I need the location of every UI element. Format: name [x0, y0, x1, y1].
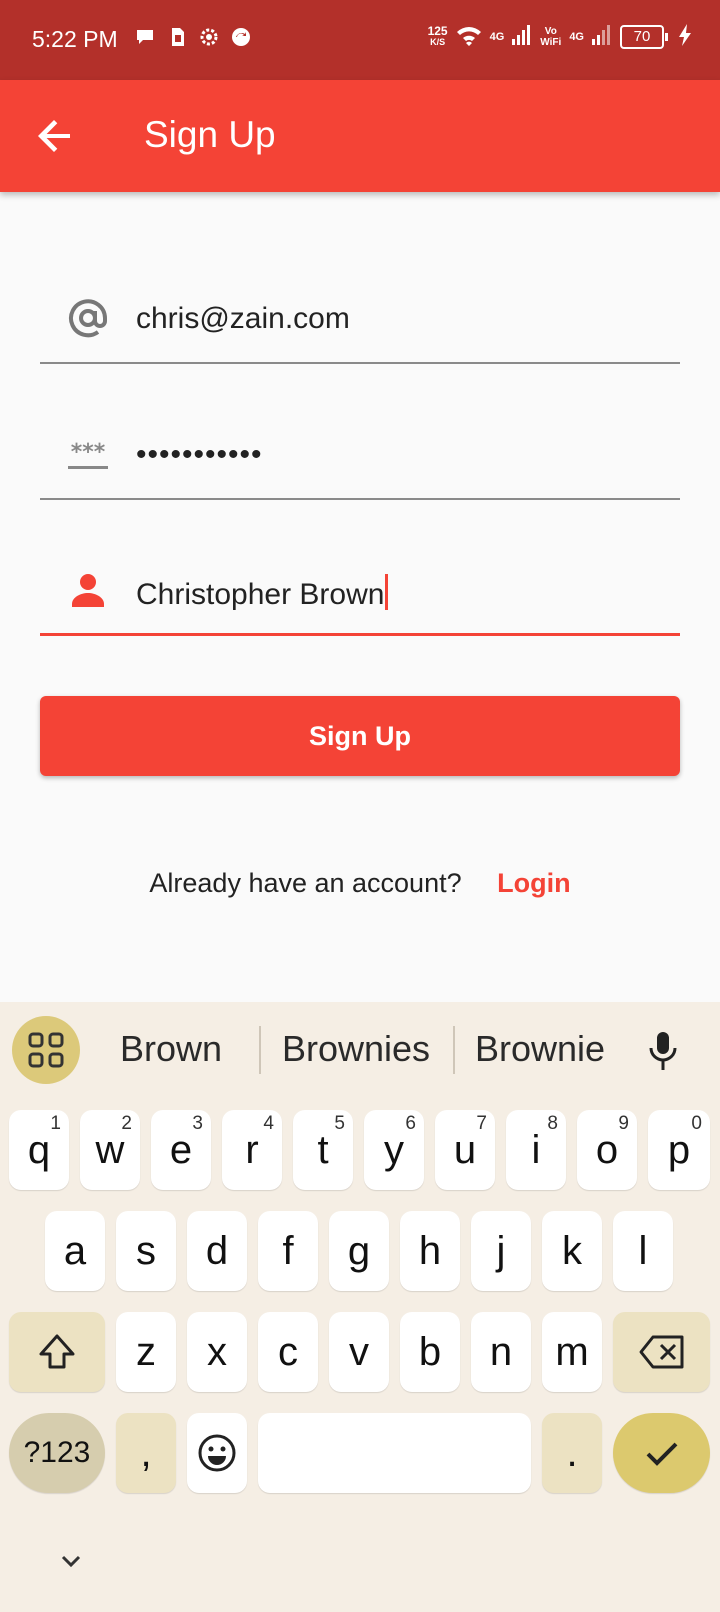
key-b[interactable]: b	[400, 1312, 460, 1392]
key-d[interactable]: d	[187, 1211, 247, 1291]
password-icon: ***	[66, 432, 110, 476]
sign-up-button[interactable]: Sign Up	[40, 696, 680, 776]
password-field[interactable]: *** •••••••••••	[40, 400, 680, 500]
key-i[interactable]: i8	[506, 1110, 566, 1190]
key-g[interactable]: g	[329, 1211, 389, 1291]
key-h[interactable]: h	[400, 1211, 460, 1291]
soft-keyboard: Brown Brownies Brownie	[0, 1002, 720, 1612]
backspace-icon	[639, 1335, 683, 1369]
app-bar: Sign Up	[0, 80, 720, 192]
suggestion-3[interactable]: Brownie	[475, 1028, 605, 1070]
shift-key[interactable]	[9, 1312, 105, 1392]
key-e[interactable]: e3	[151, 1110, 211, 1190]
key-j[interactable]: j	[471, 1211, 531, 1291]
key-z[interactable]: z	[116, 1312, 176, 1392]
emoji-icon	[198, 1434, 236, 1472]
login-link[interactable]: Login	[497, 868, 570, 898]
symbols-key[interactable]: ?123	[9, 1413, 105, 1493]
email-field[interactable]: chris@zain.com	[40, 264, 680, 364]
key-c[interactable]: c	[258, 1312, 318, 1392]
sim-icon	[166, 26, 188, 48]
full-name-value: Christopher Brown	[136, 574, 389, 612]
key-r[interactable]: r4	[222, 1110, 282, 1190]
suggestion-1[interactable]: Brown	[120, 1028, 222, 1070]
key-k[interactable]: k	[542, 1211, 602, 1291]
page-title: Sign Up	[144, 114, 276, 155]
notification-icons	[134, 26, 252, 48]
backspace-key[interactable]	[613, 1312, 710, 1392]
suggestion-bar: Brown Brownies Brownie	[0, 1002, 720, 1102]
charging-bolt-icon	[678, 24, 692, 49]
status-bar: 5:22 PM 125 K/S 4G Vo WiFi 4G 70	[0, 0, 720, 80]
wifi-icon	[456, 24, 482, 49]
space-bar[interactable]	[258, 1413, 531, 1493]
text-cursor	[385, 574, 389, 610]
network-type-2: 4G	[569, 30, 584, 43]
done-key[interactable]	[613, 1413, 710, 1493]
key-a[interactable]: a	[45, 1211, 105, 1291]
key-w[interactable]: w2	[80, 1110, 140, 1190]
hide-keyboard-button[interactable]	[56, 1546, 86, 1576]
battery-indicator: 70	[620, 24, 668, 49]
key-t[interactable]: t5	[293, 1110, 353, 1190]
emoji-key[interactable]	[187, 1413, 247, 1493]
password-value: •••••••••••	[136, 438, 263, 471]
comma-key[interactable]: ,	[116, 1413, 176, 1493]
key-v[interactable]: v	[329, 1312, 389, 1392]
key-u[interactable]: u7	[435, 1110, 495, 1190]
keyboard-apps-button[interactable]	[12, 1016, 80, 1084]
microphone-icon[interactable]	[646, 1030, 680, 1072]
network-type-1: 4G	[489, 30, 505, 43]
key-x[interactable]: x	[187, 1312, 247, 1392]
suggestion-2[interactable]: Brownies	[282, 1028, 430, 1070]
clock: 5:22 PM	[32, 26, 118, 52]
system-indicators: 125 K/S 4G Vo WiFi 4G 70	[428, 24, 692, 49]
at-sign-icon	[66, 296, 110, 340]
chevron-down-icon	[61, 1555, 81, 1568]
svg-text:***: ***	[71, 440, 106, 465]
full-name-field[interactable]: Christopher Brown	[40, 536, 680, 636]
key-l[interactable]: l	[613, 1211, 673, 1291]
key-q[interactable]: q1	[9, 1110, 69, 1190]
suggestion-divider	[259, 1026, 261, 1074]
vowifi-indicator: Vo WiFi	[540, 25, 562, 48]
login-prompt-text: Already have an account?	[149, 868, 462, 898]
key-m[interactable]: m	[542, 1312, 602, 1392]
settings-gear-icon	[198, 26, 220, 48]
sync-icon	[230, 26, 252, 48]
network-speed: 125 K/S	[427, 23, 448, 47]
signal-icon	[512, 24, 532, 49]
checkmark-icon	[646, 1442, 677, 1466]
key-p[interactable]: p0	[648, 1110, 710, 1190]
person-icon	[66, 568, 110, 612]
key-s[interactable]: s	[116, 1211, 176, 1291]
period-key[interactable]: .	[542, 1413, 602, 1493]
chat-bubble-icon	[134, 26, 156, 48]
arrow-back-icon	[38, 120, 70, 152]
login-prompt-row: Already have an account? Login	[0, 868, 720, 899]
back-button[interactable]	[34, 114, 78, 158]
key-o[interactable]: o9	[577, 1110, 637, 1190]
shift-icon	[39, 1334, 75, 1369]
key-f[interactable]: f	[258, 1211, 318, 1291]
email-value: chris@zain.com	[136, 302, 350, 335]
signal-weak-icon	[592, 24, 612, 49]
key-n[interactable]: n	[471, 1312, 531, 1392]
key-y[interactable]: y6	[364, 1110, 424, 1190]
suggestion-divider	[453, 1026, 455, 1074]
grid-icon	[28, 1032, 64, 1068]
